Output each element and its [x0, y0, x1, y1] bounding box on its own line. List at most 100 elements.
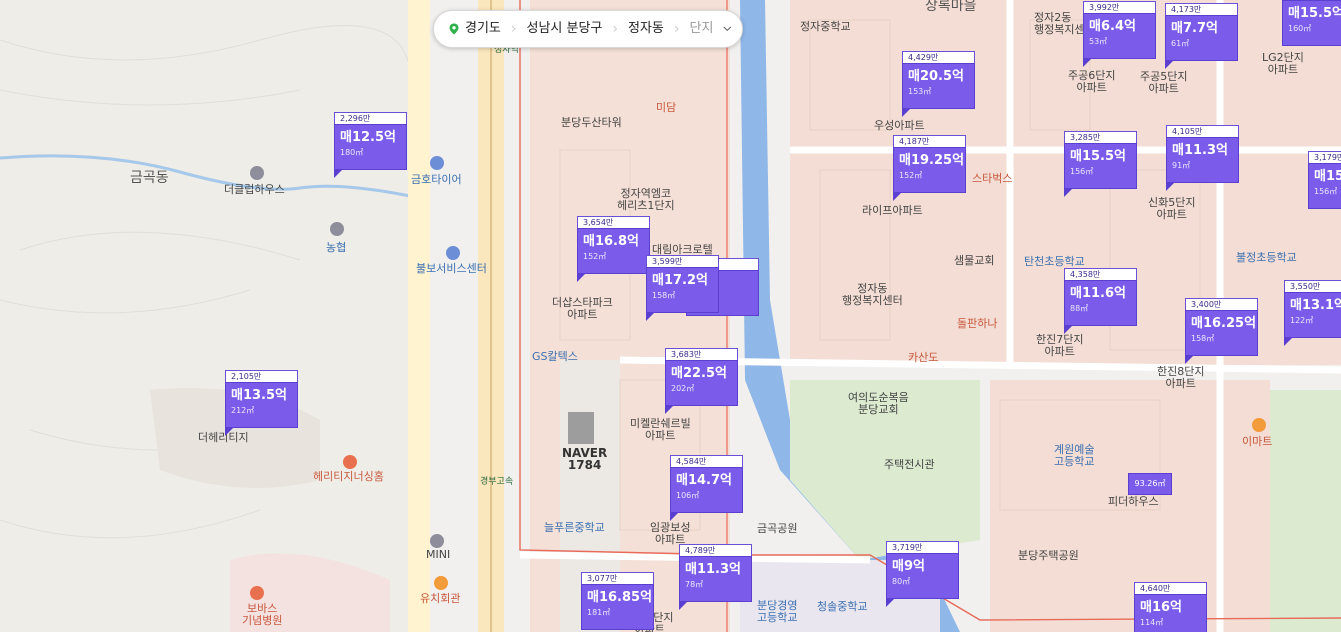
place-label: 정자중학교 [800, 20, 851, 33]
place-label: 한진7단지 아파트 [1036, 333, 1084, 358]
place-label: 라이프아파트 [862, 204, 923, 217]
place-label: 보바스 기념병원 [242, 602, 283, 627]
breadcrumb-dong[interactable]: 정자동 [618, 11, 674, 47]
listing-marker[interactable]: 4,358만 매11.6억 88㎡ [1064, 268, 1137, 334]
listing-price: 매17.2억 [652, 273, 708, 288]
road-label: 경부고속 [480, 477, 514, 487]
listing-marker[interactable]: 4,584만 매14.7억 106㎡ [670, 455, 743, 521]
marker-pointer [670, 513, 678, 521]
listing-area: 61㎡ [1171, 39, 1190, 48]
listing-mini-marker[interactable]: 93.26㎡ [1128, 473, 1172, 495]
chevron-down-icon[interactable] [723, 25, 732, 33]
listing-price: 매15 [1314, 169, 1341, 184]
breadcrumb-city[interactable]: 성남시 분당구 [517, 11, 613, 47]
place-label: 샘물교회 [954, 254, 995, 267]
listing-marker[interactable]: 2,105만 매13.5억 212㎡ [225, 370, 298, 436]
listing-marker[interactable]: 4,105만 매11.3억 91㎡ [1166, 125, 1239, 191]
place-label: 더헤리티지 [198, 431, 249, 444]
place-label: 정자역엠코 헤리츠1단지 [617, 187, 675, 212]
car-icon [430, 534, 444, 548]
marker-pointer [1083, 59, 1091, 67]
listing-marker[interactable]: 3,179만 매15 156㎡ [1308, 151, 1341, 209]
place-label: 한진8단지 아파트 [1157, 365, 1205, 390]
place-label: 금곡공원 [757, 522, 798, 535]
listing-marker[interactable]: 3,550만 매13.1억 122㎡ [1284, 280, 1341, 346]
map-canvas[interactable]: 금곡동 상록마을 정자2동 행정복지센터 정자동 행정복지센터 신화5단지 아파… [0, 0, 1341, 632]
listing-marker[interactable]: 4,789만 매11.3억 78㎡ [679, 544, 752, 610]
listing-marker[interactable]: 4,173만 매7.7억 61㎡ [1165, 3, 1238, 69]
listing-unit-price: 4,187만 [893, 135, 966, 147]
listing-marker[interactable]: 2,296만 매12.5억 180㎡ [334, 112, 407, 178]
marker-pointer [902, 109, 910, 117]
wrench-icon [430, 156, 444, 170]
listing-unit-price: 4,358만 [1064, 268, 1137, 280]
place-label: 주택전시관 [884, 458, 935, 471]
listing-area: 91㎡ [1172, 161, 1191, 170]
place-label: 농협 [326, 241, 347, 254]
marker-pointer [1064, 189, 1072, 197]
listing-area: 106㎡ [676, 491, 700, 500]
place-label: 청솔중학교 [817, 600, 868, 613]
listing-marker[interactable]: 3,992만 매6.4억 53㎡ [1083, 1, 1156, 67]
listing-unit-price: 3,077만 [581, 572, 654, 584]
place-label: 주공6단지 아파트 [1068, 69, 1116, 94]
listing-unit-price: 3,599만 [646, 255, 719, 267]
breadcrumb-province[interactable]: 경기도 [444, 11, 511, 47]
listing-marker[interactable]: 4,429만 매20.5억 153㎡ [902, 51, 975, 117]
marker-pointer [679, 602, 687, 610]
place-label: 미담 [656, 101, 677, 114]
shopping-icon [1252, 418, 1266, 432]
listing-marker[interactable]: 3,719만 매9억 80㎡ [886, 541, 959, 607]
listing-unit-price: 2,105만 [225, 370, 298, 382]
marker-pointer [225, 428, 233, 436]
listing-area: 153㎡ [908, 87, 932, 96]
place-label: GS칼텍스 [532, 350, 578, 363]
listing-price: 매11.3억 [1172, 143, 1228, 158]
place-label: MINI [426, 548, 451, 561]
listing-unit-price: 3,400만 [1185, 298, 1258, 310]
listing-price: 매9억 [892, 559, 925, 574]
listing-marker[interactable]: 3,077만 매16.85억 181㎡ [581, 572, 654, 630]
listing-unit-price: 3,683만 [665, 348, 738, 360]
listing-price: 매11.3억 [685, 562, 741, 577]
listing-marker[interactable]: 3,683만 매22.5억 202㎡ [665, 348, 738, 414]
listing-marker[interactable]: 4,640만 매16억 114㎡ [1134, 582, 1207, 632]
listing-price: 매16.85억 [587, 590, 653, 605]
listing-marker[interactable]: 3,599만 매17.2억 158㎡ [646, 255, 719, 321]
marker-pointer [334, 170, 342, 178]
listing-unit-price: 3,550만 [1284, 280, 1341, 292]
listing-marker[interactable]: 매15.5억 160㎡ [1282, 0, 1341, 46]
listing-price: 매16.25억 [1191, 316, 1257, 331]
area-label-sangnok: 상록마을 [925, 0, 977, 14]
place-label: 헤리티지너싱홈 [313, 470, 384, 483]
place-label: 우성아파트 [874, 119, 925, 132]
place-label: 더클럽하우스 [224, 183, 285, 196]
listing-marker[interactable]: 3,285만 매15.5억 156㎡ [1064, 131, 1137, 197]
listing-area: 152㎡ [899, 171, 923, 180]
listing-unit-price: 3,179만 [1308, 151, 1341, 163]
listing-area: 156㎡ [1314, 187, 1338, 196]
listing-area: 114㎡ [1140, 618, 1164, 627]
listing-marker[interactable]: 3,400만 매16.25억 158㎡ [1185, 298, 1258, 364]
place-label: 분당두산타워 [561, 116, 622, 129]
breadcrumb-complex-select[interactable]: 단지 [680, 11, 724, 47]
place-label: 분당주택공원 [1018, 549, 1079, 562]
place-label: 분당경영 고등학교 [757, 599, 798, 624]
listing-area: 88㎡ [1070, 304, 1089, 313]
place-label: 미켈란쉐르빌 아파트 [630, 417, 691, 442]
listing-unit-price: 4,173만 [1165, 3, 1238, 15]
location-breadcrumb: 경기도 › 성남시 분당구 › 정자동 › 단지 [433, 10, 743, 48]
breadcrumb-province-label: 경기도 [465, 21, 501, 36]
listing-area: 156㎡ [1070, 167, 1094, 176]
wrench-icon [446, 246, 460, 260]
listing-marker[interactable]: 4,187만 매19.25억 152㎡ [893, 135, 966, 201]
listing-area: 158㎡ [1191, 334, 1215, 343]
listing-marker[interactable]: 3,654만 매16.8억 152㎡ [577, 216, 650, 282]
listing-unit-price: 4,584만 [670, 455, 743, 467]
listing-area: 158㎡ [652, 291, 676, 300]
place-label: 주공5단지 아파트 [1140, 70, 1188, 95]
listing-area: 180㎡ [340, 148, 364, 157]
place-label: 돌판하나 [957, 317, 998, 330]
listing-unit-price: 3,285만 [1064, 131, 1137, 143]
listing-price: 매15.5억 [1070, 149, 1126, 164]
